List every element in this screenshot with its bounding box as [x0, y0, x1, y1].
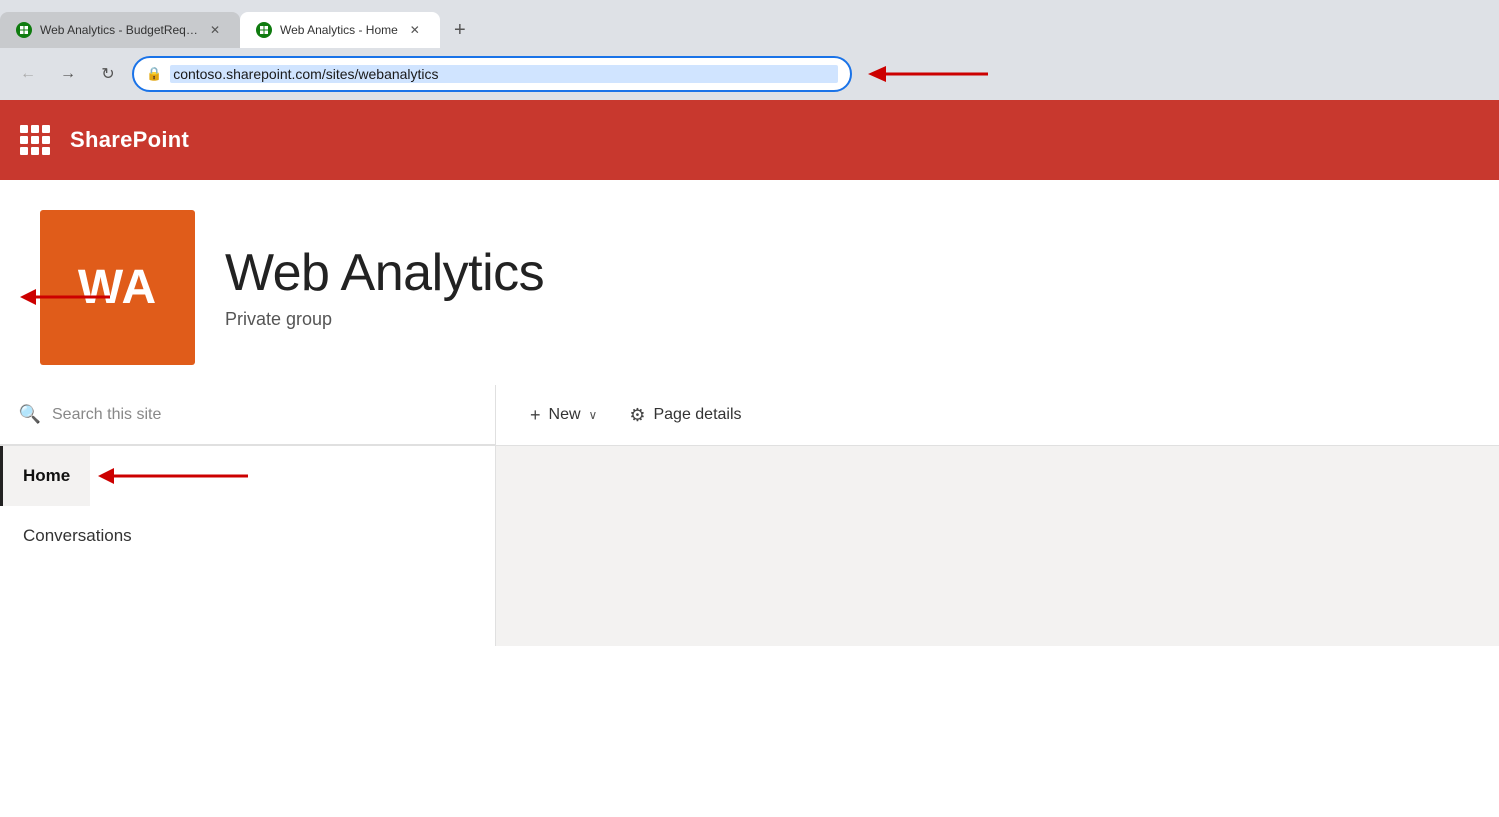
search-toolbar-area: 🔍 Search this site + New ∨ ⚙ Page detail… [0, 385, 1499, 446]
waffle-dot [31, 125, 39, 133]
nav-item-conversations[interactable]: Conversations [0, 506, 495, 566]
site-title: Web Analytics [225, 245, 544, 302]
waffle-dot [42, 136, 50, 144]
url-text: contoso.sharepoint.com/sites/webanalytic… [170, 65, 838, 83]
tab-budget-requests[interactable]: Web Analytics - BudgetRequests ✕ [0, 12, 240, 48]
site-subtitle: Private group [225, 309, 544, 330]
nav-item-home[interactable]: Home [0, 446, 90, 506]
waffle-dot [31, 147, 39, 155]
tab1-favicon [16, 22, 32, 38]
site-logo-wrapper: WA [40, 210, 195, 365]
forward-button[interactable]: → [52, 58, 84, 90]
site-info: Web Analytics Private group [225, 245, 544, 329]
nav-item-home-label: Home [23, 466, 70, 486]
new-button-label: New [549, 406, 581, 424]
page-details-label: Page details [653, 406, 741, 424]
toolbar-actions: + New ∨ ⚙ Page details [496, 385, 1499, 445]
tab-bar: Web Analytics - BudgetRequests ✕ Web Ana… [0, 0, 1499, 48]
tab2-favicon [256, 22, 272, 38]
page-details-button[interactable]: ⚙ Page details [615, 399, 755, 432]
tab2-title: Web Analytics - Home [280, 23, 398, 37]
waffle-dot [42, 125, 50, 133]
content-area [496, 446, 1499, 646]
site-header: WA Web Analytics Private group [0, 180, 1499, 385]
address-bar[interactable]: 🔒 contoso.sharepoint.com/sites/webanalyt… [132, 56, 852, 92]
logo-annotation-arrow [20, 279, 120, 315]
waffle-dot [20, 136, 28, 144]
search-icon: 🔍 [20, 405, 40, 425]
nav-list-area: Home Conversations [0, 446, 496, 646]
url-annotation-arrow [868, 54, 998, 94]
tab2-close-button[interactable]: ✕ [406, 21, 424, 39]
address-row: ← → ↻ 🔒 contoso.sharepoint.com/sites/web… [0, 48, 1499, 100]
tab1-title: Web Analytics - BudgetRequests [40, 23, 198, 37]
search-box[interactable]: 🔍 Search this site [0, 385, 495, 445]
new-plus-icon: + [530, 405, 541, 426]
sharepoint-app-name: SharePoint [70, 127, 189, 153]
waffle-dot [42, 147, 50, 155]
home-nav-annotation-arrow [98, 458, 258, 494]
search-placeholder-text: Search this site [52, 406, 161, 424]
home-nav-wrapper: Home [0, 446, 495, 506]
app-launcher-button[interactable] [20, 125, 50, 155]
sharepoint-header: SharePoint [0, 100, 1499, 180]
tab-home[interactable]: Web Analytics - Home ✕ [240, 12, 440, 48]
gear-icon: ⚙ [629, 405, 645, 426]
main-layout: Home Conversations [0, 446, 1499, 646]
waffle-dot [31, 136, 39, 144]
left-nav-search: 🔍 Search this site [0, 385, 496, 445]
new-tab-button[interactable]: + [444, 14, 476, 46]
back-button[interactable]: ← [12, 58, 44, 90]
nav-item-conversations-label: Conversations [23, 526, 132, 546]
new-chevron-icon: ∨ [589, 408, 598, 422]
waffle-dot [20, 125, 28, 133]
lock-icon: 🔒 [146, 66, 162, 82]
tab1-close-button[interactable]: ✕ [206, 21, 224, 39]
reload-button[interactable]: ↻ [92, 58, 124, 90]
new-button[interactable]: + New ∨ [516, 399, 611, 432]
waffle-dot [20, 147, 28, 155]
